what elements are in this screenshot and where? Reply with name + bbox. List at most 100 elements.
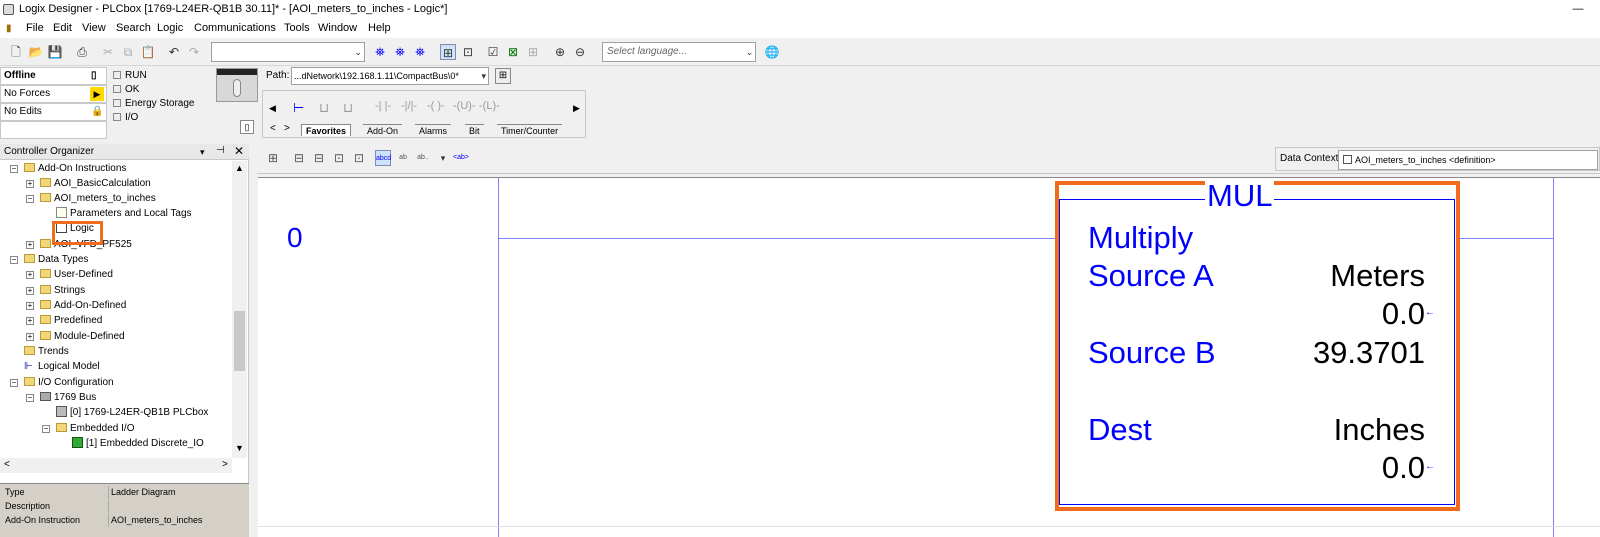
- scroll-left-icon[interactable]: <: [4, 459, 10, 470]
- edits-status[interactable]: No Edits 🔒: [0, 103, 107, 121]
- rung-icon[interactable]: ⊢: [293, 100, 304, 116]
- branch-level-icon[interactable]: ⊔: [343, 100, 353, 116]
- branch-icon[interactable]: ⊔: [319, 100, 329, 116]
- print-icon[interactable]: ⎙: [74, 44, 90, 60]
- forces-status[interactable]: No Forces ▶: [0, 85, 107, 103]
- source-a-tag[interactable]: Meters: [1280, 258, 1425, 294]
- tag-icon[interactable]: <ab>: [453, 150, 469, 166]
- path-combo[interactable]: ...dNetwork\192.168.1.11\CompactBus\0* ▾: [291, 67, 489, 85]
- rung-tool-icon[interactable]: ⊞: [265, 150, 281, 166]
- undo-icon[interactable]: ↶: [166, 44, 182, 60]
- source-b-value[interactable]: 39.3701: [1280, 335, 1425, 371]
- menu-tools[interactable]: Tools: [284, 19, 310, 38]
- ote-icon[interactable]: -( )-: [427, 100, 445, 112]
- scroll-thumb[interactable]: [234, 311, 245, 371]
- expand-icon[interactable]: +: [26, 302, 34, 310]
- dest-tag[interactable]: Inches: [1280, 412, 1425, 448]
- tree-item[interactable]: 1769 Bus: [40, 390, 96, 405]
- close-icon[interactable]: ✕: [234, 143, 244, 159]
- collapse-icon[interactable]: −: [26, 195, 34, 203]
- chevron-down-icon[interactable]: ▾: [435, 150, 451, 166]
- collapse-icon[interactable]: −: [10, 165, 18, 173]
- collapse-icon[interactable]: −: [26, 394, 34, 402]
- zoom-out-icon[interactable]: ⊖: [572, 44, 588, 60]
- xic-icon[interactable]: -| |-: [375, 100, 391, 112]
- tree-item[interactable]: AOI_meters_to_inches: [40, 191, 156, 206]
- expand-icon[interactable]: +: [26, 271, 34, 279]
- tree-item[interactable]: Module-Defined: [40, 329, 125, 344]
- browse-icon[interactable]: ⊞: [440, 44, 456, 60]
- tree-item[interactable]: Parameters and Local Tags: [56, 206, 192, 221]
- expand-icon[interactable]: +: [26, 241, 34, 249]
- copy-icon[interactable]: ⧉: [120, 44, 136, 60]
- accept-edits-icon[interactable]: ⊟: [311, 150, 327, 166]
- chevron-down-icon[interactable]: ⌄: [745, 43, 753, 61]
- organizer-horizontal-scrollbar[interactable]: < >: [0, 458, 232, 473]
- tree-item[interactable]: Embedded I/O: [56, 421, 134, 436]
- tab-favorites[interactable]: Favorites: [301, 124, 352, 136]
- tree-item[interactable]: ⊩ Logical Model: [24, 359, 100, 374]
- scroll-right-icon[interactable]: >: [222, 459, 228, 470]
- organizer-vertical-scrollbar[interactable]: ▲ ▼: [232, 161, 247, 458]
- chevron-down-icon[interactable]: ⌄: [354, 43, 362, 61]
- tree-item[interactable]: Data Types: [24, 252, 88, 267]
- tree-item[interactable]: Add-On-Defined: [40, 298, 126, 313]
- tree-item[interactable]: [0] 1769-L24ER-QB1B PLCbox: [56, 405, 208, 420]
- tree-item[interactable]: [1] Embedded Discrete_IO: [72, 436, 204, 451]
- new-icon[interactable]: 🗋: [8, 44, 24, 60]
- pin-icon[interactable]: ⊣: [216, 143, 225, 159]
- minimize-button[interactable]: —: [1560, 0, 1596, 19]
- scroll-up-icon[interactable]: ▲: [235, 163, 244, 173]
- abcd-icon[interactable]: abcd: [375, 150, 391, 166]
- text-options-icon[interactable]: ab..: [415, 150, 431, 166]
- menu-file[interactable]: File: [26, 19, 44, 38]
- zoom-in-icon[interactable]: ⊕: [552, 44, 568, 60]
- find-all-icon[interactable]: ⛯: [412, 44, 428, 60]
- find-combo[interactable]: ⌄: [211, 42, 365, 62]
- otl-icon[interactable]: -(L)-: [479, 100, 500, 112]
- scroll-right-icon[interactable]: ▶: [573, 103, 580, 114]
- tree-item[interactable]: User-Defined: [40, 267, 113, 282]
- chevron-down-icon[interactable]: ▾: [481, 68, 486, 84]
- find-next-icon[interactable]: ⛯: [392, 44, 408, 60]
- collapse-icon[interactable]: −: [42, 425, 50, 433]
- test-edits-icon[interactable]: ⊡: [351, 150, 367, 166]
- expand-icon[interactable]: +: [26, 333, 34, 341]
- find-icon[interactable]: ⛯: [372, 44, 388, 60]
- tree-item[interactable]: I/O Configuration: [24, 375, 114, 390]
- tab-prev-icon[interactable]: <: [270, 123, 276, 134]
- collapse-icon[interactable]: −: [10, 256, 18, 264]
- expand-icon[interactable]: +: [26, 287, 34, 295]
- tab-next-icon[interactable]: >: [284, 123, 290, 134]
- menu-view[interactable]: View: [82, 19, 106, 38]
- save-icon[interactable]: 💾: [47, 44, 63, 60]
- cut-icon[interactable]: ✂: [100, 44, 116, 60]
- tab-timer-counter[interactable]: Timer/Counter: [497, 124, 563, 136]
- dropdown-icon[interactable]: ▾: [200, 144, 205, 160]
- tab-bit[interactable]: Bit: [465, 124, 484, 136]
- scroll-down-icon[interactable]: ▼: [235, 443, 244, 453]
- mode-status[interactable]: Offline ▯: [0, 67, 107, 85]
- collapse-icon[interactable]: −: [10, 379, 18, 387]
- verify-icon[interactable]: ☑: [485, 44, 501, 60]
- edit-rung-icon[interactable]: ⊟: [291, 150, 307, 166]
- menu-window[interactable]: Window: [318, 19, 357, 38]
- menu-search[interactable]: Search: [116, 19, 151, 38]
- redo-icon[interactable]: ↷: [186, 44, 202, 60]
- menu-edit[interactable]: Edit: [53, 19, 72, 38]
- data-context-combo[interactable]: AOI_meters_to_inches <definition>: [1338, 150, 1598, 170]
- forces-arrow-icon[interactable]: ▶: [90, 87, 104, 101]
- expand-icon[interactable]: +: [26, 180, 34, 188]
- open-icon[interactable]: 📂: [28, 44, 44, 60]
- xio-icon[interactable]: -|/|-: [401, 100, 417, 112]
- ab-icon[interactable]: ab: [395, 150, 411, 166]
- globe-icon[interactable]: 🌐: [764, 44, 780, 60]
- tree-item[interactable]: AOI_BasicCalculation: [40, 176, 151, 191]
- verify-all-icon[interactable]: ⊠: [505, 44, 521, 60]
- network-browse-icon[interactable]: ⊞: [495, 68, 511, 84]
- menu-logic[interactable]: Logic: [157, 19, 183, 38]
- tree-item[interactable]: Trends: [24, 344, 69, 359]
- tree-item[interactable]: Add-On Instructions: [24, 161, 126, 176]
- otu-icon[interactable]: -(U)-: [453, 100, 476, 112]
- menu-communications[interactable]: Communications: [194, 19, 276, 38]
